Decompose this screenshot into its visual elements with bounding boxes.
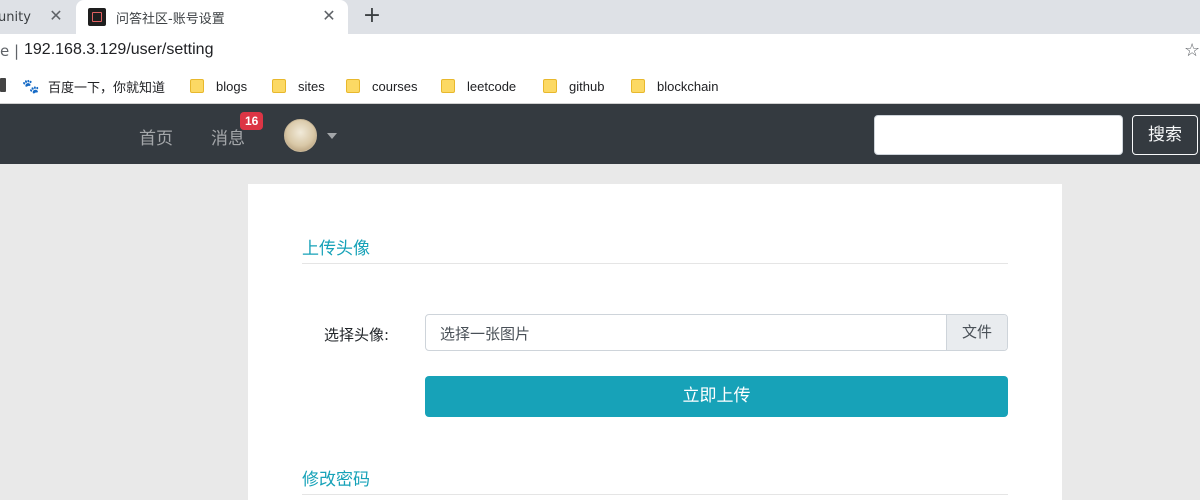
nav-home-link[interactable]: 首页 [139, 124, 173, 149]
tab-strip: unity ✕ 问答社区-账号设置 ✕ + [0, 0, 1200, 34]
folder-icon [346, 79, 360, 93]
bookmark-baidu[interactable]: 🐾 百度一下，你就知道 [22, 68, 165, 104]
site-info-fragment[interactable]: e | [0, 42, 19, 60]
bookmarks-bar: 🐾 百度一下，你就知道 blogs sites courses leetcode… [0, 68, 1200, 104]
folder-icon [272, 79, 286, 93]
search-input[interactable] [874, 115, 1123, 155]
chevron-down-icon[interactable] [327, 133, 337, 139]
bookmark-star-icon[interactable]: ☆ [1184, 40, 1200, 61]
tab-account-settings[interactable]: 问答社区-账号设置 ✕ [76, 0, 348, 34]
upload-avatar-heading: 上传头像 [302, 239, 370, 259]
site-favicon-icon [88, 8, 106, 26]
tab-community[interactable]: unity ✕ [0, 0, 76, 34]
site-navbar: 首页 消息 16 搜索 [0, 104, 1200, 164]
tab-title: 问答社区-账号设置 [116, 11, 225, 27]
change-password-heading: 修改密码 [302, 470, 370, 490]
bookmark-leetcode[interactable]: leetcode [441, 68, 516, 104]
file-browse-button[interactable]: 文件 [946, 315, 1007, 350]
address-bar: e | 192.168.3.129/user/setting ☆ [0, 34, 1200, 68]
bookmark-label: 百度一下，你就知道 [48, 79, 166, 95]
url-field[interactable]: 192.168.3.129/user/setting [24, 41, 213, 59]
bookmark-sites[interactable]: sites [272, 68, 325, 104]
settings-card: 上传头像 选择头像: 选择一张图片 文件 立即上传 修改密码 [248, 184, 1062, 500]
divider [302, 263, 1008, 264]
divider [302, 494, 1008, 495]
bookmark-blockchain[interactable]: blockchain [631, 68, 718, 104]
bookmark-label: courses [372, 78, 418, 94]
bookmark-label: blockchain [657, 78, 719, 94]
choose-avatar-label: 选择头像: [324, 326, 390, 344]
avatar-file-input[interactable]: 选择一张图片 文件 [425, 314, 1008, 351]
bookmark-label: blogs [216, 78, 248, 94]
close-icon[interactable]: ✕ [48, 8, 64, 24]
folder-icon [441, 79, 455, 93]
bookmark-label: github [569, 78, 605, 94]
avatar[interactable] [284, 119, 317, 152]
bookmark-overflow-icon[interactable] [0, 78, 6, 92]
file-placeholder: 选择一张图片 [440, 325, 531, 343]
bookmark-label: leetcode [467, 78, 517, 94]
bookmark-github[interactable]: github [543, 68, 604, 104]
tab-title: unity [0, 9, 31, 25]
folder-icon [190, 79, 204, 93]
folder-icon [543, 79, 557, 93]
message-count-badge: 16 [240, 112, 264, 130]
search-button[interactable]: 搜索 [1132, 115, 1198, 155]
folder-icon [631, 79, 645, 93]
new-tab-button[interactable]: + [360, 4, 384, 28]
close-icon[interactable]: ✕ [321, 8, 337, 24]
bookmark-label: sites [298, 78, 325, 94]
paw-icon: 🐾 [22, 78, 40, 94]
bookmark-blogs[interactable]: blogs [190, 68, 247, 104]
bookmark-courses[interactable]: courses [346, 68, 418, 104]
upload-now-button[interactable]: 立即上传 [425, 376, 1008, 417]
